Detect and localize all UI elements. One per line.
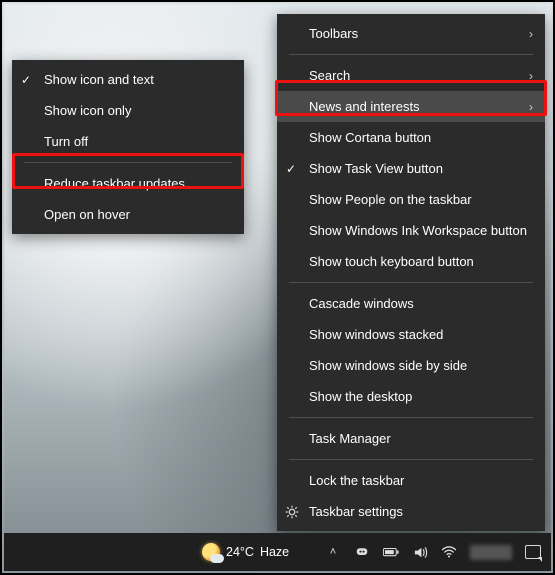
menu-item-show-touch-keyboard[interactable]: Show touch keyboard button: [277, 246, 545, 277]
submenu-item-open-on-hover[interactable]: Open on hover: [12, 199, 244, 230]
menu-item-label: Show the desktop: [309, 389, 412, 404]
submenu-item-reduce-taskbar-updates[interactable]: Reduce taskbar updates: [12, 168, 244, 199]
menu-separator: [24, 162, 232, 163]
weather-description: Haze: [260, 545, 289, 559]
submenu-item-show-icon-only[interactable]: Show icon only: [12, 95, 244, 126]
menu-item-label: News and interests: [309, 99, 420, 114]
battery-icon[interactable]: [383, 544, 399, 560]
menu-item-label: Show Task View button: [309, 161, 443, 176]
menu-item-label: Show People on the taskbar: [309, 192, 472, 207]
menu-item-toolbars[interactable]: Toolbars ›: [277, 18, 545, 49]
check-icon: ✓: [21, 73, 31, 87]
menu-item-cascade-windows[interactable]: Cascade windows: [277, 288, 545, 319]
weather-temperature: 24°C: [226, 545, 254, 559]
menu-item-show-windows-stacked[interactable]: Show windows stacked: [277, 319, 545, 350]
menu-separator: [289, 54, 533, 55]
chevron-right-icon: ›: [529, 100, 533, 114]
menu-item-task-manager[interactable]: Task Manager: [277, 423, 545, 454]
menu-item-label: Show windows stacked: [309, 327, 443, 342]
notifications-icon[interactable]: [525, 544, 541, 560]
menu-item-label: Show icon and text: [44, 72, 154, 87]
chevron-right-icon: ›: [529, 69, 533, 83]
menu-item-label: Show windows side by side: [309, 358, 467, 373]
menu-item-label: Reduce taskbar updates: [44, 176, 185, 191]
tray-clock-blurred[interactable]: [470, 545, 512, 560]
menu-item-show-cortana-button[interactable]: Show Cortana button: [277, 122, 545, 153]
tray-overflow-icon[interactable]: ˄: [325, 544, 341, 560]
menu-item-label: Lock the taskbar: [309, 473, 404, 488]
taskbar[interactable]: 24°C Haze ˄: [4, 533, 551, 571]
menu-item-show-windows-ink-workspace[interactable]: Show Windows Ink Workspace button: [277, 215, 545, 246]
system-tray: ˄: [325, 544, 551, 560]
gear-icon: [285, 505, 299, 519]
menu-item-label: Show Windows Ink Workspace button: [309, 223, 527, 238]
submenu-item-show-icon-and-text[interactable]: ✓ Show icon and text: [12, 64, 244, 95]
menu-separator: [289, 282, 533, 283]
menu-item-search[interactable]: Search ›: [277, 60, 545, 91]
discord-icon[interactable]: [354, 544, 370, 560]
menu-separator: [289, 417, 533, 418]
taskbar-context-menu: Toolbars › Search › News and interests ›…: [277, 14, 545, 531]
menu-item-news-and-interests[interactable]: News and interests ›: [277, 91, 545, 122]
taskbar-weather-widget[interactable]: 24°C Haze: [202, 543, 289, 561]
menu-item-label: Toolbars: [309, 26, 358, 41]
menu-item-show-windows-side-by-side[interactable]: Show windows side by side: [277, 350, 545, 381]
volume-icon[interactable]: [412, 544, 428, 560]
menu-item-label: Turn off: [44, 134, 88, 149]
submenu-item-turn-off[interactable]: Turn off: [12, 126, 244, 157]
menu-item-label: Open on hover: [44, 207, 130, 222]
menu-separator: [289, 459, 533, 460]
menu-item-show-task-view-button[interactable]: ✓ Show Task View button: [277, 153, 545, 184]
menu-item-label: Show icon only: [44, 103, 131, 118]
menu-item-label: Show Cortana button: [309, 130, 431, 145]
wifi-icon[interactable]: [441, 544, 457, 560]
menu-item-show-people-on-taskbar[interactable]: Show People on the taskbar: [277, 184, 545, 215]
menu-item-label: Taskbar settings: [309, 504, 403, 519]
menu-item-label: Search: [309, 68, 350, 83]
menu-item-lock-the-taskbar[interactable]: Lock the taskbar: [277, 465, 545, 496]
menu-item-taskbar-settings[interactable]: Taskbar settings: [277, 496, 545, 527]
menu-item-label: Show touch keyboard button: [309, 254, 474, 269]
menu-item-show-the-desktop[interactable]: Show the desktop: [277, 381, 545, 412]
check-icon: ✓: [286, 162, 296, 176]
chevron-right-icon: ›: [529, 27, 533, 41]
menu-item-label: Cascade windows: [309, 296, 414, 311]
menu-item-label: Task Manager: [309, 431, 391, 446]
submenu-news-and-interests: ✓ Show icon and text Show icon only Turn…: [12, 60, 244, 234]
desktop: ✓ Show icon and text Show icon only Turn…: [0, 0, 555, 575]
weather-icon: [202, 543, 220, 561]
